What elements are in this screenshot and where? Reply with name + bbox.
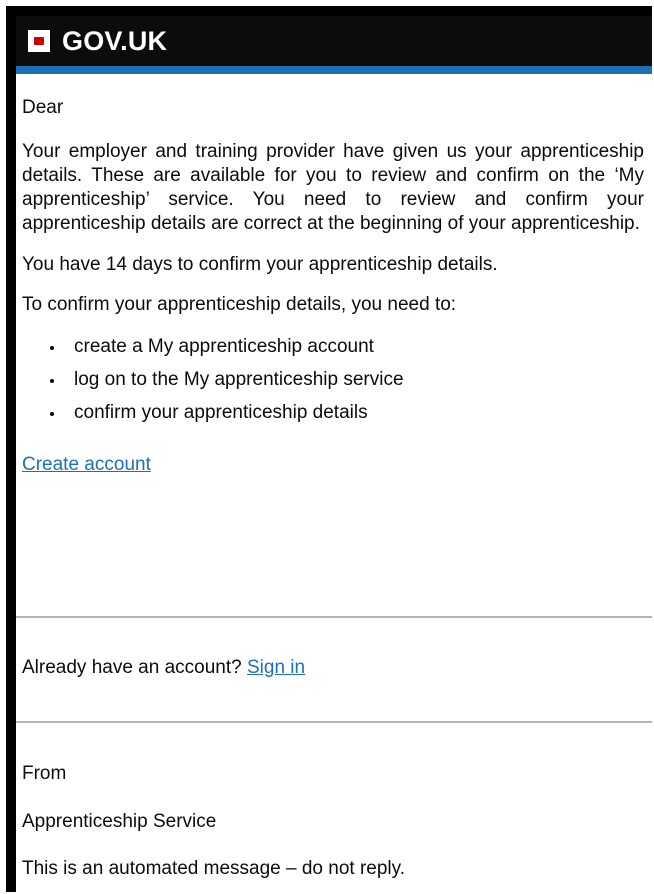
divider	[16, 616, 652, 618]
already-have-account-text: Already have an account?	[22, 657, 242, 678]
screenshot-frame: GOV.UK Dear Your employer and training p…	[6, 6, 652, 892]
create-account-row: Create account	[22, 453, 652, 477]
email-body: GOV.UK Dear Your employer and training p…	[16, 16, 652, 892]
crown-crest-icon	[28, 30, 50, 52]
automated-notice: This is an automated message – do not re…	[22, 858, 406, 879]
intro-paragraph: Your employer and training provider have…	[22, 141, 644, 234]
deadline-text: You have 14 days to confirm your apprent…	[22, 254, 498, 275]
sender-name: Apprenticeship Service	[22, 811, 217, 832]
steps-intro: To confirm your apprenticeship details, …	[22, 294, 457, 315]
govuk-header: GOV.UK	[16, 16, 652, 66]
header-accent-bar	[16, 66, 652, 74]
list-item: log on to the My apprenticeship service	[50, 368, 652, 392]
from-label: From	[22, 763, 67, 784]
email-content: Dear Your employer and training provider…	[22, 97, 652, 477]
sign-in-row: Already have an account? Sign in	[22, 656, 305, 680]
govuk-logo-text[interactable]: GOV.UK	[62, 26, 167, 57]
create-account-link[interactable]: Create account	[22, 454, 151, 475]
divider	[16, 721, 652, 723]
footer: From Apprenticeship Service This is an a…	[22, 762, 405, 881]
list-item: create a My apprenticeship account	[50, 335, 652, 359]
steps-list: create a My apprenticeship account log o…	[50, 335, 652, 425]
list-item: confirm your apprenticeship details	[50, 401, 652, 425]
greeting: Dear	[22, 97, 64, 118]
sign-in-link[interactable]: Sign in	[247, 657, 305, 678]
